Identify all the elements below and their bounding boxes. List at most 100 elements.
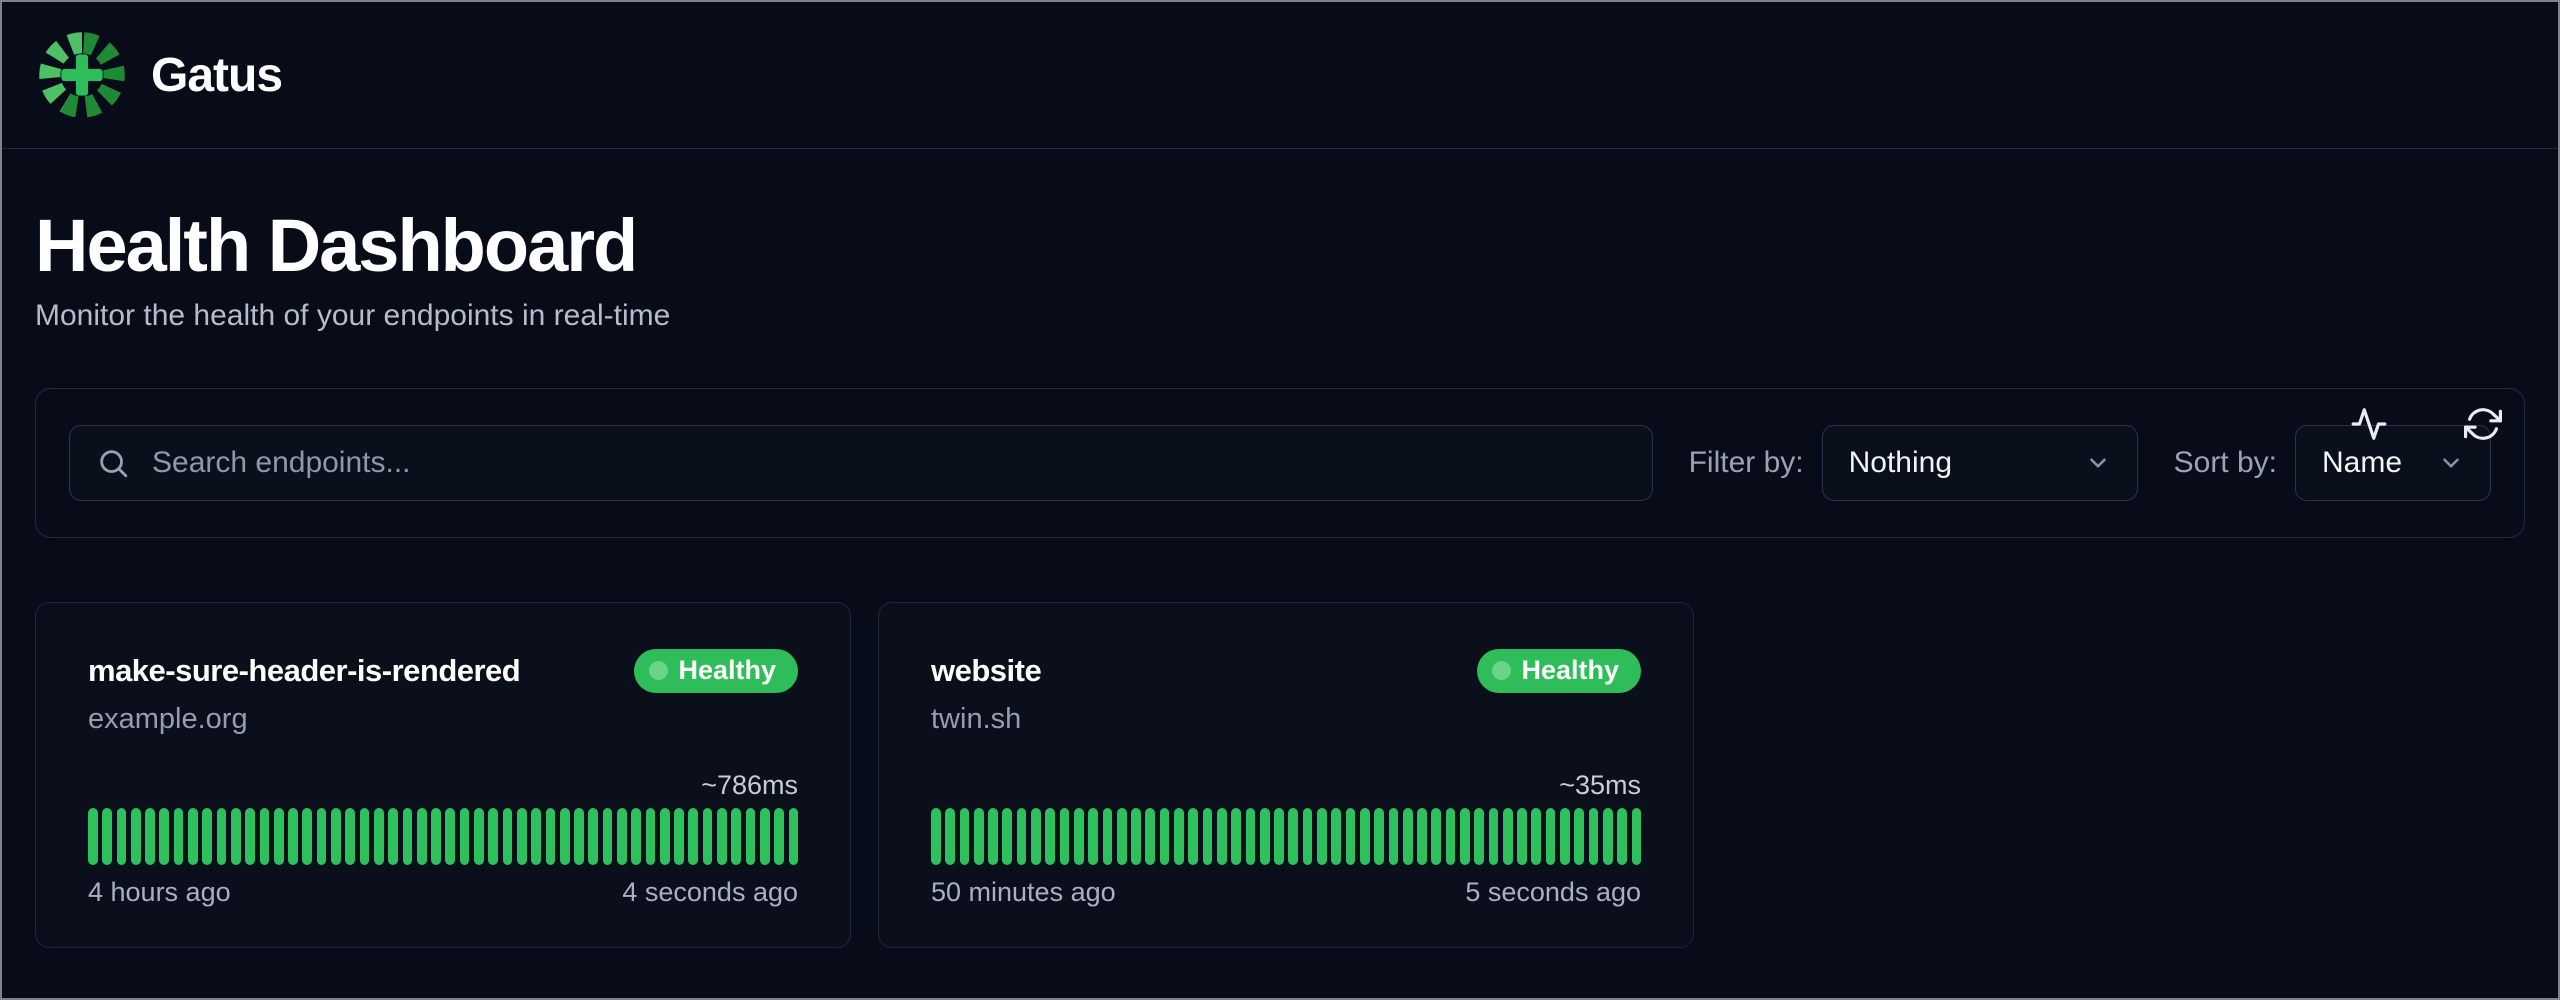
status-bar[interactable] [1517,808,1527,865]
endpoint-card[interactable]: make-sure-header-is-rendered Healthy exa… [35,602,851,948]
status-bar[interactable] [1460,808,1470,865]
status-bar[interactable] [988,808,998,865]
status-bar[interactable] [188,808,198,865]
status-bar[interactable] [317,808,327,865]
status-bar[interactable] [1002,808,1012,865]
status-bar[interactable] [260,808,270,865]
status-bar[interactable] [245,808,255,865]
status-bar[interactable] [1474,808,1484,865]
status-bar[interactable] [688,808,698,865]
endpoint-card[interactable]: website Healthy twin.sh ~35ms 50 minutes… [878,602,1694,948]
status-bar[interactable] [703,808,713,865]
status-bar[interactable] [1260,808,1270,865]
status-bar[interactable] [746,808,756,865]
status-bar[interactable] [1531,808,1541,865]
status-bar[interactable] [374,808,384,865]
status-bar[interactable] [445,808,455,865]
status-bar[interactable] [1503,808,1513,865]
status-bar[interactable] [274,808,284,865]
status-bar[interactable] [674,808,684,865]
status-bar[interactable] [560,808,570,865]
status-bar[interactable] [1632,808,1642,865]
status-bar[interactable] [1188,808,1198,865]
status-bar[interactable] [631,808,641,865]
status-bar[interactable] [574,808,584,865]
status-bar[interactable] [1088,808,1098,865]
status-bar[interactable] [717,808,727,865]
status-bar[interactable] [1617,808,1627,865]
status-bar[interactable] [1446,808,1456,865]
status-bar[interactable] [1560,808,1570,865]
brand-title[interactable]: Gatus [151,48,282,103]
status-bar[interactable] [603,808,613,865]
status-bar[interactable] [1574,808,1584,865]
search-input[interactable] [152,446,1626,480]
status-bar[interactable] [431,808,441,865]
refresh-button[interactable] [2463,404,2503,444]
status-bar[interactable] [617,808,627,865]
status-bar[interactable] [174,808,184,865]
status-bar[interactable] [1489,808,1499,865]
status-bar[interactable] [1374,808,1384,865]
status-bar[interactable] [1246,808,1256,865]
status-bar[interactable] [288,808,298,865]
status-bar[interactable] [1417,808,1427,865]
status-bar[interactable] [460,808,470,865]
status-bar[interactable] [360,808,370,865]
status-bar[interactable] [231,808,241,865]
status-bar[interactable] [1160,808,1170,865]
status-bar[interactable] [960,808,970,865]
status-bar[interactable] [1274,808,1284,865]
status-bar[interactable] [503,808,513,865]
status-bar[interactable] [660,808,670,865]
status-bar[interactable] [117,808,127,865]
status-bar[interactable] [1303,808,1313,865]
status-bar[interactable] [159,808,169,865]
status-bar[interactable] [760,808,770,865]
status-bar[interactable] [417,808,427,865]
status-bar[interactable] [1346,808,1356,865]
status-bar[interactable] [546,808,556,865]
search-box[interactable] [69,425,1653,501]
status-bar[interactable] [1017,808,1027,865]
status-bar[interactable] [1045,808,1055,865]
status-bar[interactable] [1317,808,1327,865]
status-bar[interactable] [1403,808,1413,865]
status-bar[interactable] [1174,808,1184,865]
status-bar[interactable] [774,808,784,865]
status-bar[interactable] [1389,808,1399,865]
status-bar[interactable] [531,808,541,865]
status-bar[interactable] [1031,808,1041,865]
status-bar[interactable] [931,808,941,865]
status-bar[interactable] [731,808,741,865]
status-bar[interactable] [102,808,112,865]
status-bar[interactable] [131,808,141,865]
gatus-logo-icon[interactable] [35,28,129,122]
status-bar[interactable] [217,808,227,865]
status-bar[interactable] [1145,808,1155,865]
status-bar[interactable] [88,808,98,865]
status-bar[interactable] [1546,808,1556,865]
status-bar[interactable] [1074,808,1084,865]
status-bar[interactable] [1589,808,1599,865]
filter-dropdown[interactable]: Nothing [1822,425,2138,501]
status-bar[interactable] [1288,808,1298,865]
status-bar[interactable] [1217,808,1227,865]
status-bar[interactable] [488,808,498,865]
activity-toggle-button[interactable] [2349,404,2389,444]
status-bar[interactable] [646,808,656,865]
status-bar[interactable] [517,808,527,865]
status-bar[interactable] [945,808,955,865]
status-bar[interactable] [474,808,484,865]
status-bar[interactable] [1131,808,1141,865]
status-bar[interactable] [1360,808,1370,865]
status-bar[interactable] [202,808,212,865]
status-bar[interactable] [1231,808,1241,865]
status-bar[interactable] [1331,808,1341,865]
status-bar[interactable] [302,808,312,865]
status-bar[interactable] [1603,808,1613,865]
status-bar[interactable] [1117,808,1127,865]
status-bar[interactable] [588,808,598,865]
status-bar[interactable] [403,808,413,865]
status-bar[interactable] [1431,808,1441,865]
